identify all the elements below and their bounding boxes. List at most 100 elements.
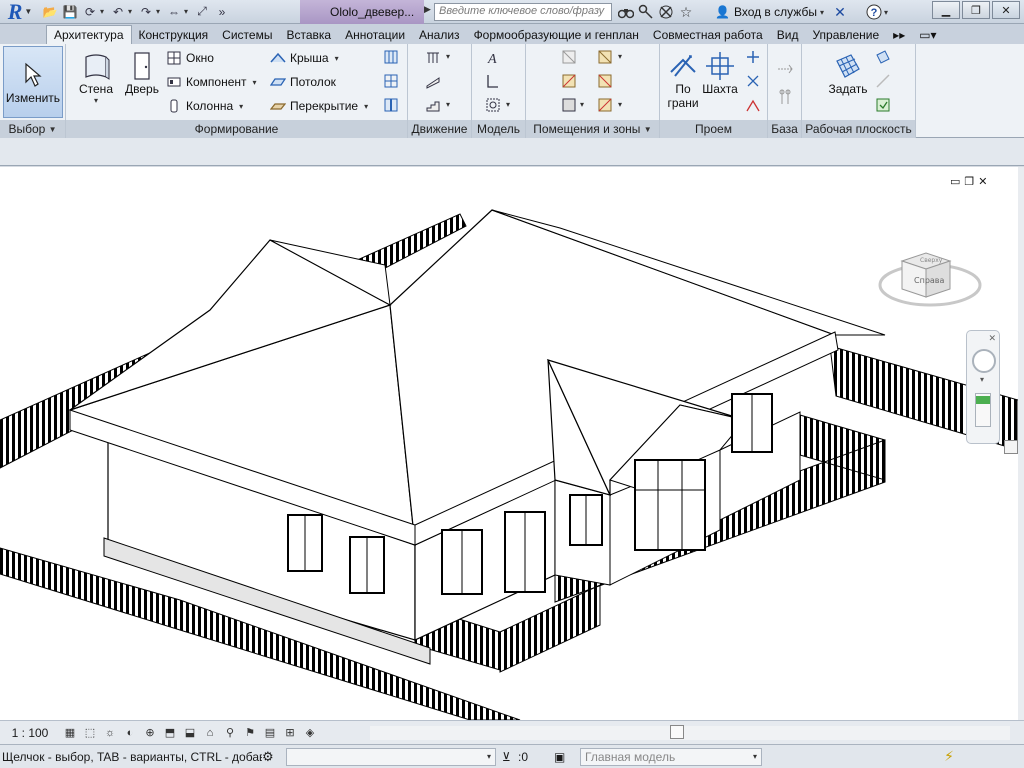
tab-architecture[interactable]: Архитектура	[46, 25, 132, 44]
close-icon[interactable]: ✕	[988, 333, 996, 344]
horizontal-scroll-thumb[interactable]	[670, 725, 684, 739]
grid-icon[interactable]	[776, 88, 794, 106]
tab-systems[interactable]: Системы	[215, 25, 279, 44]
editable-only-icon[interactable]: ▣	[554, 750, 576, 764]
tab-massing-site[interactable]: Формообразующие и генплан	[467, 25, 646, 44]
drawing-viewport[interactable]: ▭ ❐ ✕ Справа Сверху ✕ ▾	[0, 167, 1018, 720]
tab-analyze[interactable]: Анализ	[412, 25, 467, 44]
curtain-grid-icon[interactable]	[382, 72, 400, 90]
minimize-icon[interactable]: ▭	[950, 175, 960, 188]
model-group-icon[interactable]	[484, 96, 502, 114]
stair-icon[interactable]	[424, 96, 442, 114]
filter-selection-icon[interactable]: ⚡	[944, 748, 954, 765]
measure-icon[interactable]: ⇔	[165, 3, 183, 21]
save-icon[interactable]: 💾	[61, 3, 79, 21]
more-tabs-icon[interactable]: ▸▸	[886, 25, 912, 44]
tab-collaborate[interactable]: Совместная работа	[646, 25, 770, 44]
roof-button[interactable]: Крыша ▾	[270, 48, 339, 68]
render-icon[interactable]: ⊕	[140, 723, 160, 743]
room-area-panel-title[interactable]: Помещения и зоны ▼	[526, 120, 659, 138]
ramp-icon[interactable]	[424, 72, 442, 90]
tag-area-icon[interactable]	[596, 96, 614, 114]
area-boundary-icon[interactable]	[560, 96, 578, 114]
worksharing-icon[interactable]: ⊞	[280, 723, 300, 743]
ceiling-button[interactable]: Потолок	[270, 72, 336, 92]
chevron-down-icon[interactable]: ▾	[100, 7, 108, 16]
railing-icon[interactable]	[424, 48, 442, 66]
window-button[interactable]: Окно	[166, 48, 214, 68]
steering-wheel-icon[interactable]	[972, 349, 996, 373]
dimension-icon[interactable]: ⤢	[193, 3, 211, 21]
ribbon-minimize-icon[interactable]: ▭▾	[912, 25, 943, 44]
lock-view-icon[interactable]: ⌂	[200, 723, 220, 743]
analytical-model-icon[interactable]: ◈	[300, 723, 320, 743]
undo-icon[interactable]: ↶	[109, 3, 127, 21]
redo-icon[interactable]: ↷	[137, 3, 155, 21]
mullion-icon[interactable]	[382, 96, 400, 114]
worksets-icon[interactable]: ⚙	[262, 749, 282, 765]
room-separator-icon[interactable]	[560, 72, 578, 90]
model-text-icon[interactable]: A	[484, 48, 502, 66]
login-button[interactable]: 👤 Вход в службы ▾	[715, 3, 824, 21]
set-workplane-button[interactable]: Задать	[826, 50, 870, 96]
tag-room-icon[interactable]	[596, 48, 614, 66]
star-icon[interactable]: ☆	[676, 2, 696, 22]
component-button[interactable]: Компонент ▾	[166, 72, 257, 92]
subscription-icon[interactable]	[656, 2, 676, 22]
area-icon[interactable]	[596, 72, 614, 90]
close-icon[interactable]: ✕	[978, 175, 987, 188]
restore-icon[interactable]: ❐	[962, 1, 990, 19]
more-tools-icon[interactable]: »	[213, 3, 231, 21]
chevron-down-icon[interactable]: ▾	[580, 100, 584, 109]
chevron-down-icon[interactable]: ▾	[980, 375, 984, 384]
search-input[interactable]: Введите ключевое слово/фразу	[434, 3, 612, 21]
vertical-scrollbar[interactable]	[1018, 167, 1024, 720]
workset-dropdown[interactable]: ▾	[286, 747, 496, 766]
chevron-down-icon[interactable]: ▾	[884, 8, 888, 17]
exchange-icon[interactable]: ✕	[830, 2, 850, 22]
tab-annotate[interactable]: Аннотации	[338, 25, 412, 44]
by-face-button[interactable]: По грани	[664, 50, 702, 110]
level-icon[interactable]	[776, 60, 794, 78]
sync-icon[interactable]: ⟳	[81, 3, 99, 21]
curtain-system-icon[interactable]	[382, 48, 400, 66]
view-scale[interactable]: 1 : 100	[0, 726, 60, 740]
key-icon[interactable]	[636, 2, 656, 22]
wall-opening-icon[interactable]	[744, 48, 762, 66]
column-button[interactable]: Колонна ▾	[166, 96, 243, 116]
tab-manage[interactable]: Управление	[805, 25, 886, 44]
visual-style-icon[interactable]: ⬚	[80, 723, 100, 743]
tab-insert[interactable]: Вставка	[279, 25, 338, 44]
chevron-down-icon[interactable]: ▾	[506, 100, 510, 109]
help-icon[interactable]: ?	[864, 2, 884, 22]
chevron-down-icon[interactable]: ▾	[618, 52, 622, 61]
temporary-properties-icon[interactable]: ▤	[260, 723, 280, 743]
horizontal-scrollbar[interactable]	[370, 726, 1010, 740]
restore-icon[interactable]: ❐	[964, 175, 974, 188]
model-line-icon[interactable]	[484, 72, 502, 90]
shadows-icon[interactable]: ◐	[120, 723, 140, 743]
chevron-down-icon[interactable]: ▾	[128, 7, 136, 16]
design-option-dropdown[interactable]: Главная модель ▾	[580, 747, 762, 766]
dormer-opening-icon[interactable]	[744, 96, 762, 114]
chevron-down-icon[interactable]: ▾	[446, 52, 450, 61]
show-workplane-icon[interactable]	[874, 48, 892, 66]
crop-view-icon[interactable]: ⬒	[160, 723, 180, 743]
binoculars-icon[interactable]	[616, 2, 636, 22]
door-button[interactable]: Дверь	[122, 50, 162, 96]
reveal-hidden-icon[interactable]: ⚑	[240, 723, 260, 743]
sun-path-icon[interactable]: ☼	[100, 723, 120, 743]
room-icon[interactable]	[560, 48, 578, 66]
viewer-icon[interactable]	[874, 96, 892, 114]
detail-level-icon[interactable]: ▦	[60, 723, 80, 743]
hide-isolate-icon[interactable]: ⚲	[220, 723, 240, 743]
floor-button[interactable]: Перекрытие ▾	[270, 96, 368, 116]
vertical-scroll-thumb[interactable]	[1004, 440, 1018, 454]
close-icon[interactable]: ✕	[992, 1, 1020, 19]
minimize-icon[interactable]: ▁	[932, 1, 960, 19]
vertical-opening-icon[interactable]	[744, 72, 762, 90]
modify-button[interactable]: Изменить	[3, 46, 63, 118]
chevron-right-icon[interactable]: ▶	[424, 4, 433, 20]
wall-button[interactable]: Стена ▾	[76, 50, 116, 105]
open-icon[interactable]: 📂	[41, 3, 59, 21]
